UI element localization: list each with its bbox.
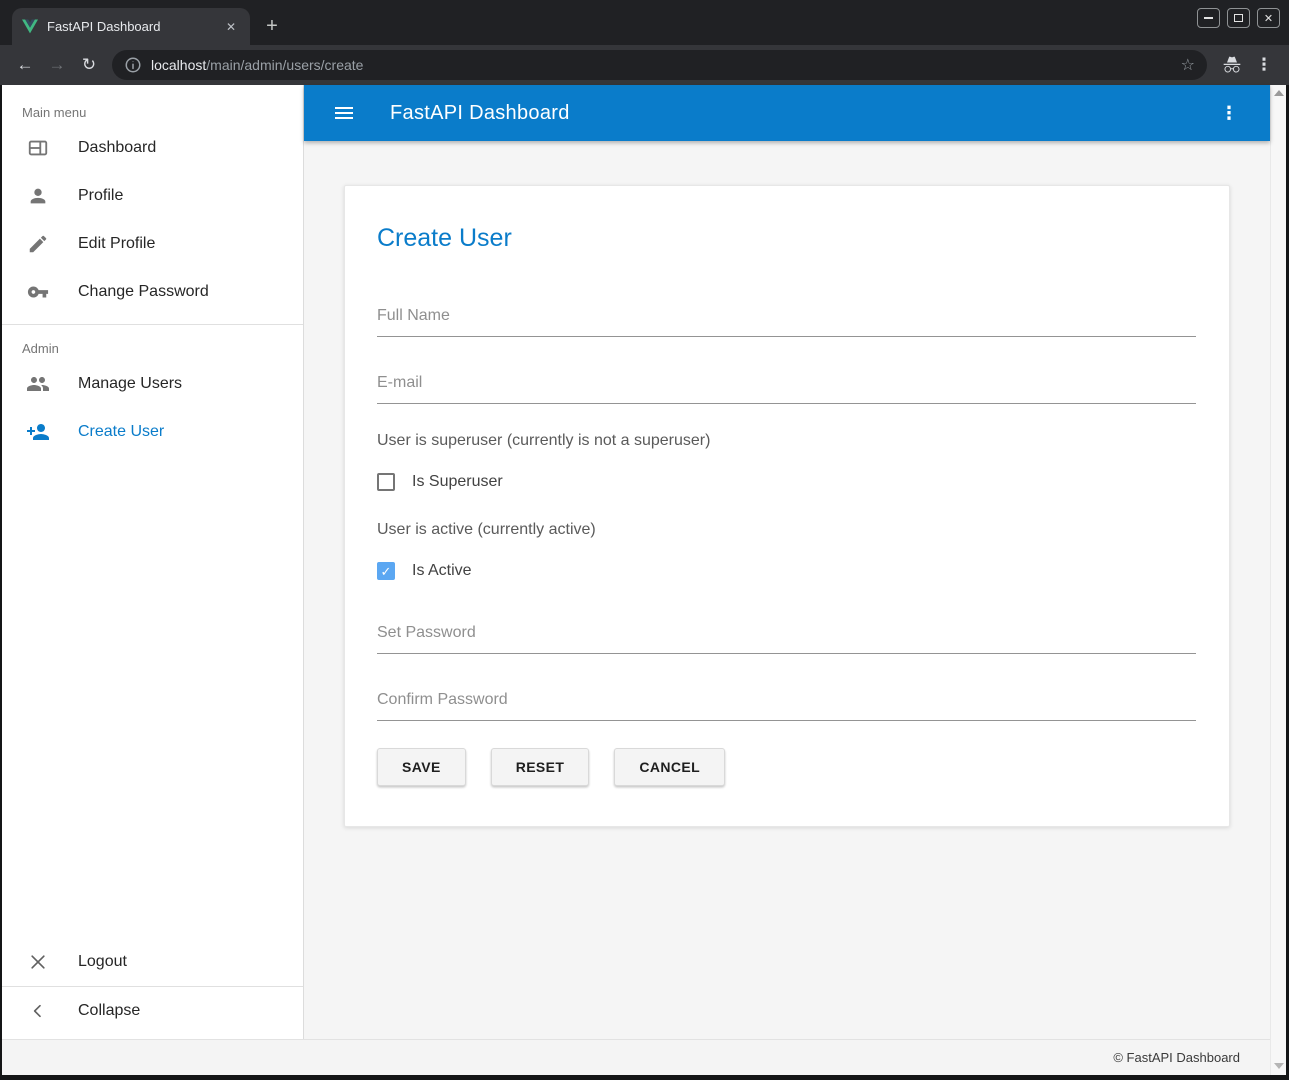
sidebar-item-profile[interactable]: Profile	[2, 172, 303, 220]
close-x-icon	[26, 950, 50, 974]
sidebar-section-main-menu: Main menu	[2, 89, 303, 124]
page-title: Create User	[377, 224, 1196, 253]
sidebar-item-change-password[interactable]: Change Password	[2, 268, 303, 316]
sidebar-spacer	[2, 456, 303, 938]
url-path: /main/admin/users/create	[206, 57, 363, 73]
maximize-icon	[1234, 14, 1243, 22]
url-text: localhost/main/admin/users/create	[151, 57, 1173, 73]
tab-close-icon[interactable]: ✕	[222, 18, 240, 36]
window-close-button[interactable]: ✕	[1257, 8, 1280, 28]
superuser-hint: User is superuser (currently is not a su…	[377, 432, 1196, 450]
person-icon	[26, 184, 50, 208]
sidebar-item-edit-profile[interactable]: Edit Profile	[2, 220, 303, 268]
content-row: Main menu Dashboard	[2, 85, 1270, 1039]
vue-favicon-icon	[22, 19, 38, 34]
create-user-card: Create User User is superuser (currently…	[344, 185, 1230, 827]
address-bar[interactable]: localhost/main/admin/users/create ☆	[112, 50, 1207, 80]
email-field[interactable]	[377, 370, 1196, 404]
footer: © FastAPI Dashboard	[2, 1039, 1270, 1075]
browser-menu-icon[interactable]: ⋮	[1249, 50, 1279, 80]
back-button[interactable]: ←	[10, 50, 40, 80]
confirm-password-field[interactable]	[377, 687, 1196, 721]
sidebar-item-dashboard[interactable]: Dashboard	[2, 124, 303, 172]
person-add-icon	[26, 420, 50, 444]
cancel-button[interactable]: CANCEL	[614, 748, 725, 786]
browser-tab[interactable]: FastAPI Dashboard ✕	[12, 8, 250, 45]
scroll-down-icon[interactable]	[1274, 1063, 1284, 1069]
window-controls: ✕	[1197, 8, 1280, 28]
window-body: Main menu Dashboard	[2, 85, 1286, 1075]
sidebar-item-manage-users[interactable]: Manage Users	[2, 360, 303, 408]
checkbox-unchecked-icon[interactable]	[377, 473, 395, 491]
sidebar-item-label: Manage Users	[78, 375, 182, 393]
sidebar-item-label: Edit Profile	[78, 235, 155, 253]
dashboard-icon	[26, 136, 50, 160]
incognito-icon	[1217, 50, 1247, 80]
tab-title: FastAPI Dashboard	[47, 19, 213, 34]
scroll-up-icon[interactable]	[1274, 90, 1284, 96]
appbar-menu-icon[interactable]: ⋮	[1214, 98, 1244, 128]
sidebar-item-label: Profile	[78, 187, 123, 205]
browser-tab-strip: FastAPI Dashboard ✕ + ✕	[0, 0, 1289, 45]
set-password-field[interactable]	[377, 620, 1196, 654]
app-bar: FastAPI Dashboard ⋮	[304, 85, 1270, 141]
sidebar-section-admin: Admin	[2, 325, 303, 360]
sidebar-item-logout[interactable]: Logout	[2, 938, 303, 986]
browser-toolbar: ← → ↻ localhost/main/admin/users/create …	[0, 45, 1289, 85]
app-title: FastAPI Dashboard	[390, 102, 570, 125]
key-icon	[26, 280, 50, 304]
is-active-checkbox[interactable]: ✓ Is Active	[377, 562, 1196, 580]
sidebar-item-label: Dashboard	[78, 139, 156, 157]
main-area: FastAPI Dashboard ⋮ Create User User is …	[304, 85, 1270, 1039]
window-maximize-button[interactable]	[1227, 8, 1250, 28]
reload-button[interactable]: ↻	[74, 50, 104, 80]
new-tab-button[interactable]: +	[258, 12, 286, 40]
sidebar: Main menu Dashboard	[2, 85, 304, 1039]
save-button[interactable]: SAVE	[377, 748, 466, 786]
form-actions: SAVE RESET CANCEL	[377, 748, 1196, 786]
sidebar-item-label: Create User	[78, 423, 164, 441]
pencil-icon	[26, 232, 50, 256]
site-info-icon[interactable]	[124, 56, 142, 74]
sidebar-item-label: Change Password	[78, 283, 209, 301]
vertical-scrollbar[interactable]	[1270, 85, 1286, 1075]
hamburger-menu-icon[interactable]	[326, 95, 362, 131]
active-hint: User is active (currently active)	[377, 521, 1196, 539]
sidebar-item-label: Logout	[78, 953, 127, 971]
page-content: Create User User is superuser (currently…	[304, 141, 1270, 1039]
url-host: localhost	[151, 57, 206, 73]
checkbox-label: Is Active	[412, 562, 472, 580]
window-minimize-button[interactable]	[1197, 8, 1220, 28]
checkbox-label: Is Superuser	[412, 473, 503, 491]
sidebar-item-label: Collapse	[78, 1002, 140, 1020]
sidebar-item-collapse[interactable]: Collapse	[2, 987, 303, 1035]
page-column: Main menu Dashboard	[2, 85, 1270, 1075]
sidebar-item-create-user[interactable]: Create User	[2, 408, 303, 456]
checkbox-checked-icon[interactable]: ✓	[377, 562, 395, 580]
chevron-left-icon	[26, 999, 50, 1023]
minimize-icon	[1204, 17, 1213, 19]
group-icon	[26, 372, 50, 396]
bookmark-star-icon[interactable]: ☆	[1181, 55, 1195, 75]
forward-button: →	[42, 50, 72, 80]
is-superuser-checkbox[interactable]: Is Superuser	[377, 473, 1196, 491]
full-name-field[interactable]	[377, 303, 1196, 337]
reset-button[interactable]: RESET	[491, 748, 590, 786]
footer-text: © FastAPI Dashboard	[1113, 1050, 1240, 1065]
